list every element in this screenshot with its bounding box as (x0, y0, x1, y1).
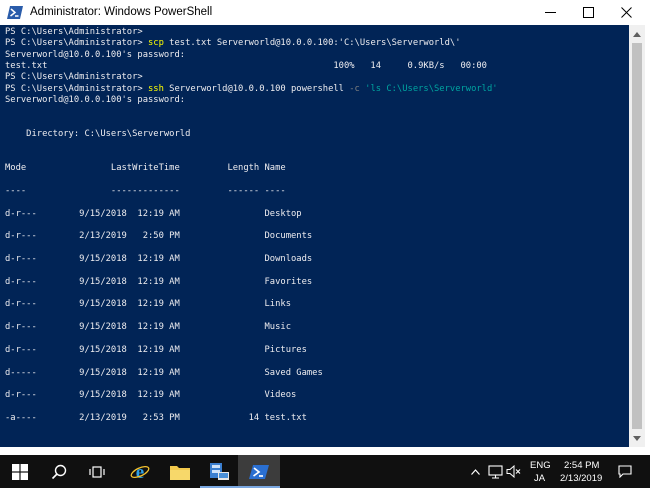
chevron-up-icon (470, 468, 480, 475)
console-line: d-r--- 9/15/2018 12:19 AM Videos (5, 389, 296, 401)
show-hidden-icons-button[interactable] (466, 455, 484, 488)
console-text-out: test.txt Serverworld@10.0.0.100: (163, 38, 339, 49)
notification-icon (618, 465, 632, 478)
server-manager-icon (210, 462, 229, 480)
console-line: ---- ------------- ------ ---- (5, 185, 286, 197)
powershell-app-icon (7, 5, 23, 20)
console-line: test.txt 100% 14 0.9KB/s 00:00 (5, 60, 487, 72)
language-secondary: JA (534, 473, 546, 484)
console-line: d-r--- 9/15/2018 12:19 AM Music (5, 321, 291, 333)
clock-time: 2:54 PM (564, 460, 600, 471)
scroll-down-arrow[interactable] (629, 430, 645, 446)
minimize-button[interactable] (530, 0, 570, 25)
close-icon (620, 7, 632, 18)
vertical-scrollbar[interactable] (629, 25, 645, 447)
console-text-out: -a---- 2/13/2019 2:53 PM 14 test.txt (5, 412, 307, 423)
console-line: Serverworld@10.0.0.100's password: (5, 94, 185, 106)
console-text-out: PS C:\Users\Administrator> (5, 72, 143, 83)
title-bar[interactable]: Administrator: Windows PowerShell (0, 0, 650, 25)
console-text-out: test.txt 100% 14 0.9KB/s 00:00 (5, 61, 487, 72)
action-center-button[interactable] (612, 455, 638, 488)
console-line: -a---- 2/13/2019 2:53 PM 14 test.txt (5, 412, 307, 424)
chevron-down-icon (633, 435, 641, 441)
console-line: PS C:\Users\Administrator> (5, 26, 143, 38)
scroll-thumb[interactable] (632, 43, 642, 429)
volume-tray-button[interactable] (504, 455, 522, 488)
network-tray-button[interactable] (486, 455, 504, 488)
console-line: PS C:\Users\Administrator> scp test.txt … (5, 37, 460, 49)
console-text-str: 'ls C:\Users\Serverworld' (365, 83, 498, 94)
task-view-button[interactable] (78, 455, 116, 488)
chevron-up-icon (633, 31, 641, 37)
console-text-cmd: ssh (148, 83, 164, 94)
close-button[interactable] (606, 0, 646, 25)
console-text-out: PS C:\Users\Administrator> (5, 27, 143, 37)
console-text-out: d-r--- 9/15/2018 12:19 AM Videos (5, 390, 297, 401)
console-line: d-r--- 9/15/2018 12:19 AM Desktop (5, 208, 302, 220)
console-text-out: Serverworld@10.0.0.100's password: (5, 95, 186, 106)
clock-date: 2/13/2019 (560, 473, 603, 484)
file-explorer-button[interactable] (162, 455, 198, 488)
console-line: Serverworld@10.0.0.100's password: (5, 49, 185, 61)
svg-text:e: e (136, 462, 144, 482)
language-primary: ENG (530, 460, 551, 471)
start-button[interactable] (0, 455, 40, 488)
minimize-icon (544, 12, 556, 13)
console-text-out: Serverworld@10.0.0.100's password: (5, 49, 186, 60)
input-language-button[interactable]: ENG JA (526, 455, 554, 488)
console-text-out: d-r--- 9/15/2018 12:19 AM Pictures (5, 344, 307, 355)
console-text-cmd: scp (148, 38, 164, 49)
console-text-out: PS C:\Users\Administrator> (5, 83, 148, 94)
scroll-up-arrow[interactable] (629, 26, 645, 42)
console-text-out: Directory: C:\Users\Serverworld (5, 129, 191, 140)
console-line: PS C:\Users\Administrator> (5, 71, 143, 83)
console-text-out: d-r--- 9/15/2018 12:19 AM Favorites (5, 276, 313, 287)
maximize-icon (582, 7, 594, 18)
console-text-param: -c (349, 83, 360, 94)
console-text-out: d-r--- 9/15/2018 12:19 AM Desktop (5, 208, 302, 219)
console-text-out: d-r--- 2/13/2019 2:50 PM Documents (5, 231, 313, 242)
console-text-out: Serverworld@10.0.0.100 powershell (163, 83, 350, 94)
console-line: PS C:\Users\Administrator> ssh Serverwor… (5, 83, 498, 95)
internet-explorer-button[interactable]: e (118, 455, 162, 488)
powershell-icon (249, 464, 269, 479)
console-text-out: d-r--- 9/15/2018 12:19 AM Music (5, 322, 291, 333)
console-output[interactable]: PS C:\Users\Administrator> PS C:\Users\Ad… (0, 25, 629, 447)
console-text-out: d-r--- 9/15/2018 12:19 AM Links (5, 299, 291, 310)
search-icon (51, 464, 67, 479)
console-line: d-r--- 9/15/2018 12:19 AM Pictures (5, 344, 307, 356)
internet-explorer-icon: e (130, 462, 150, 482)
console-text-out: ---- ------------- ------ ---- (5, 185, 286, 196)
window-title: Administrator: Windows PowerShell (30, 6, 213, 18)
console-line: Directory: C:\Users\Serverworld (5, 128, 190, 140)
search-button[interactable] (40, 455, 78, 488)
console-text-out: d-r--- 9/15/2018 12:19 AM Downloads (5, 254, 313, 264)
console-line: d-r--- 2/13/2019 2:50 PM Documents (5, 230, 312, 242)
volume-muted-icon (506, 465, 520, 478)
console-text-out: 'C:\Users\Serverworld\' (338, 38, 461, 49)
console-text-out: Mode LastWriteTime Length Name (5, 163, 286, 174)
powershell-button[interactable] (238, 455, 280, 488)
network-icon (487, 464, 503, 479)
clock-button[interactable]: 2:54 PM 2/13/2019 (556, 455, 612, 488)
folder-icon (170, 465, 190, 480)
taskbar: e ENG JA 2:54 PM 2/13/2019 (0, 455, 650, 488)
task-view-icon (89, 465, 105, 478)
powershell-window: Administrator: Windows PowerShell PS C:\… (0, 0, 650, 455)
console-text-out: d----- 9/15/2018 12:19 AM Saved Games (5, 367, 323, 378)
console-line: d-r--- 9/15/2018 12:19 AM Favorites (5, 276, 312, 288)
maximize-button[interactable] (568, 0, 608, 25)
console-line: d-r--- 9/15/2018 12:19 AM Downloads (5, 253, 312, 265)
console-text-out: PS C:\Users\Administrator> (5, 38, 148, 49)
windows-logo-icon (12, 463, 28, 480)
console-line: Mode LastWriteTime Length Name (5, 162, 286, 174)
console-line: d-r--- 9/15/2018 12:19 AM Links (5, 298, 291, 310)
console-line: d----- 9/15/2018 12:19 AM Saved Games (5, 367, 323, 379)
server-manager-button[interactable] (200, 455, 238, 488)
